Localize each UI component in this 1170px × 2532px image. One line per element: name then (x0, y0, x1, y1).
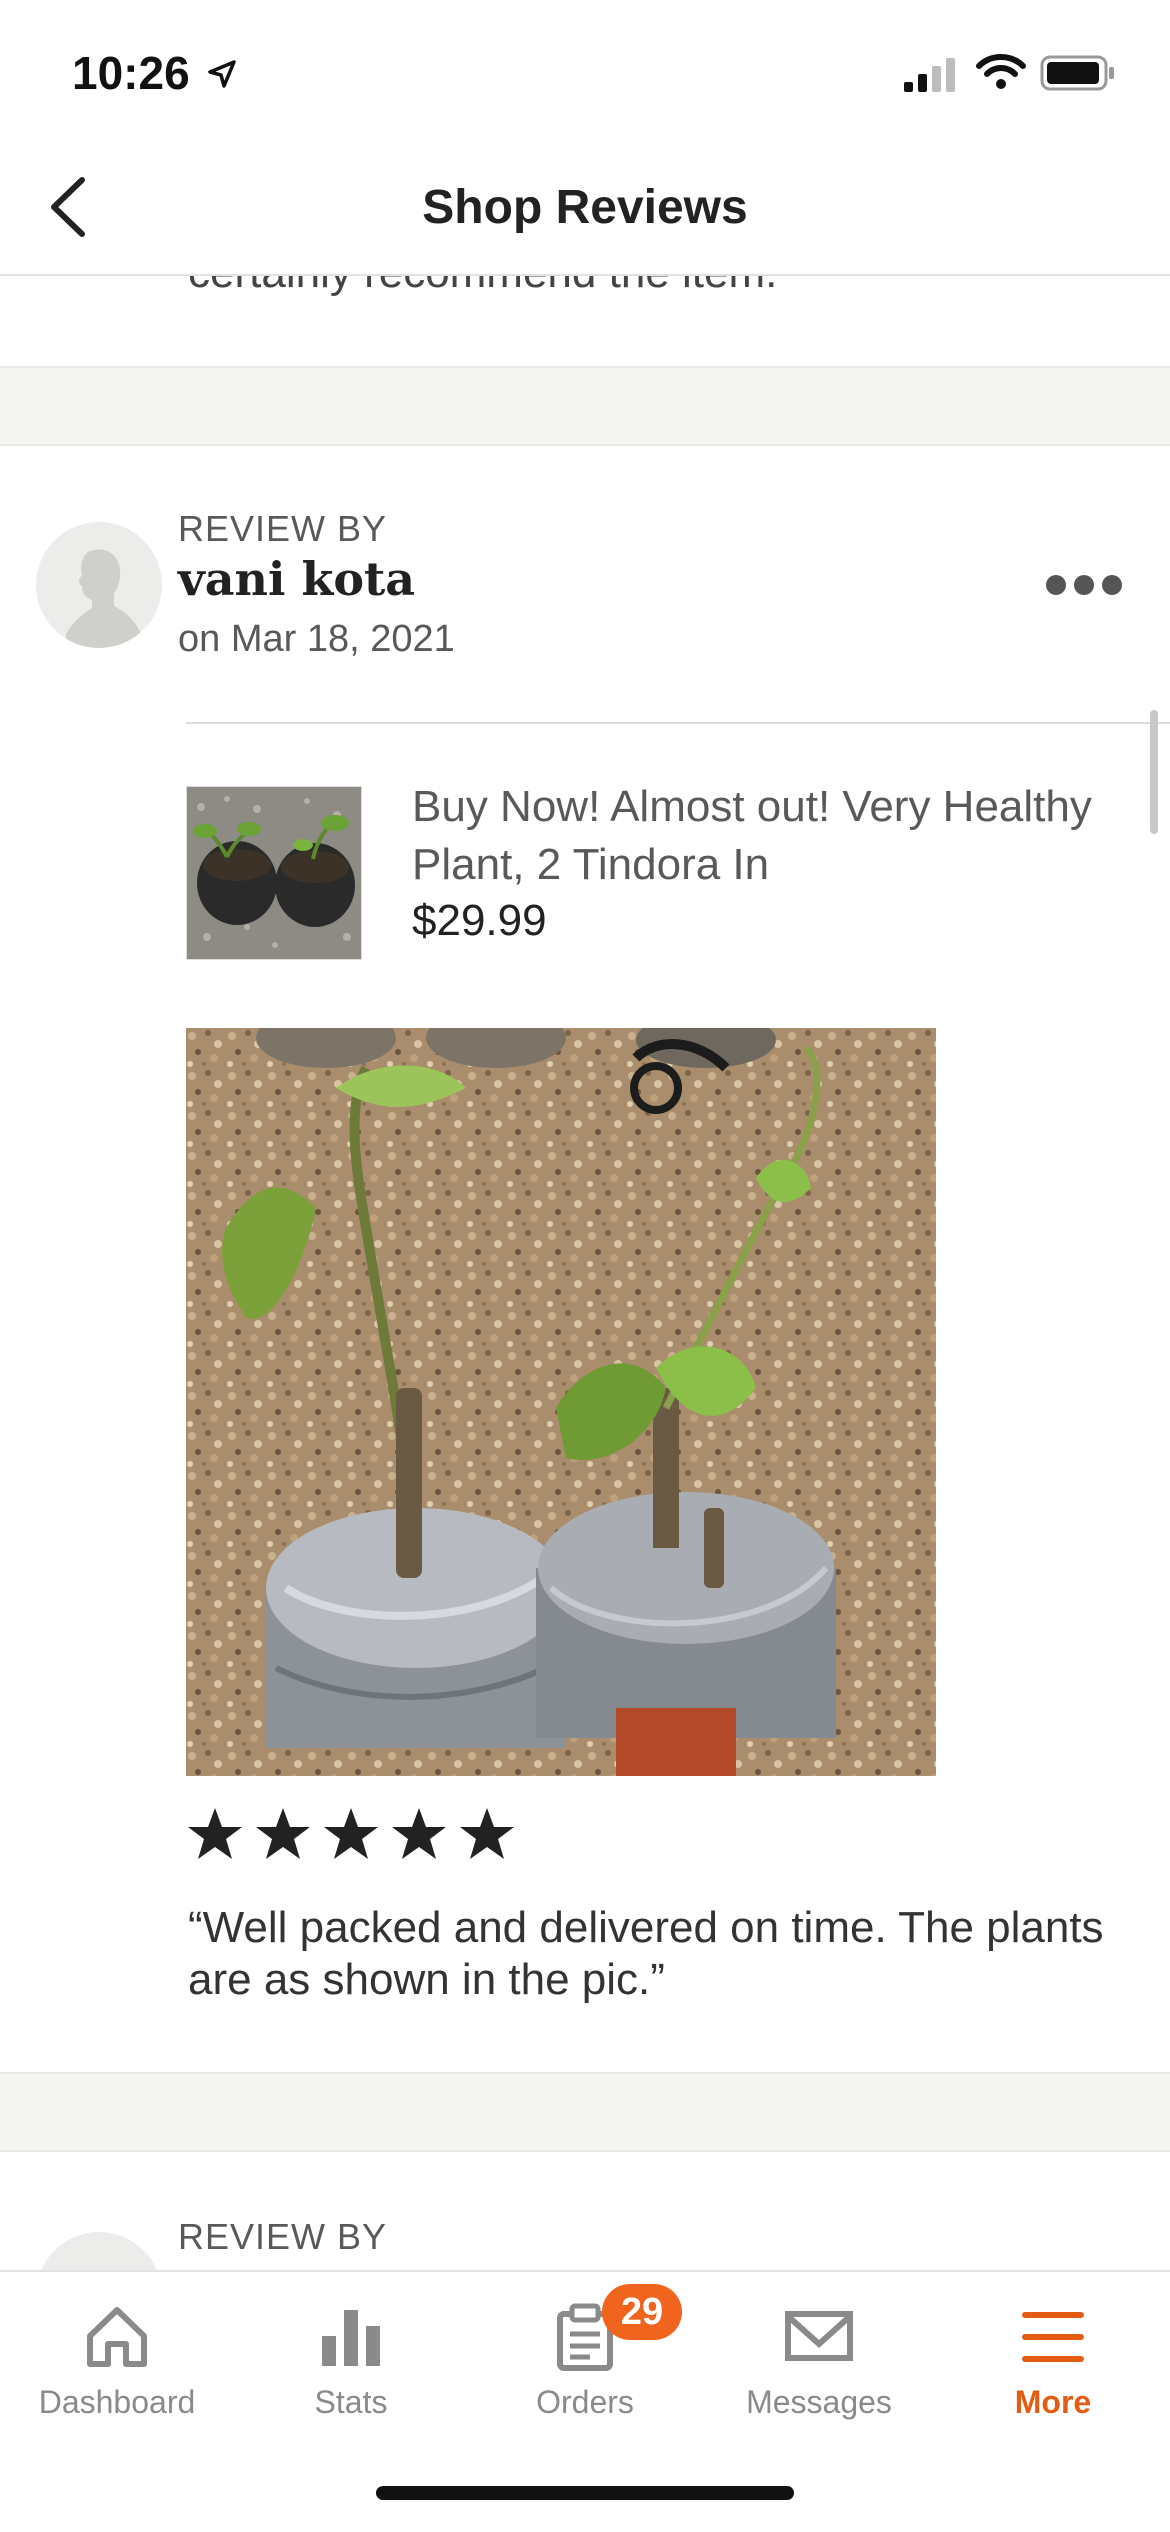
tab-orders[interactable]: 29 Orders (468, 2272, 702, 2452)
reviewer-avatar[interactable] (36, 522, 162, 648)
cellular-signal-icon (904, 58, 955, 92)
review-by-label: REVIEW BY (178, 508, 388, 549)
review-date: on Mar 18, 2021 (178, 618, 455, 660)
review-separator (0, 2072, 1170, 2152)
scrollbar[interactable] (1150, 710, 1158, 834)
location-arrow-icon (208, 60, 236, 88)
review-photo-image (186, 1028, 936, 1776)
tab-label: Dashboard (38, 2384, 196, 2420)
page-title: Shop Reviews (422, 181, 748, 234)
review-separator (0, 366, 1170, 446)
star-icon (392, 1808, 446, 1859)
tab-label: Stats (314, 2384, 388, 2420)
nav-header: Shop Reviews (0, 140, 1170, 276)
battery-icon (1040, 55, 1114, 91)
home-icon (87, 2307, 147, 2367)
star-icon (324, 1808, 378, 1859)
review-photo[interactable] (186, 1028, 936, 1776)
listing-price: $29.99 (412, 896, 547, 945)
star-icon (460, 1808, 514, 1859)
star-icon (256, 1808, 310, 1859)
home-indicator[interactable] (376, 2486, 794, 2500)
review-text: “Well packed and delivered on time. The … (188, 1903, 1104, 2004)
divider (186, 722, 1170, 724)
tab-label: Orders (536, 2384, 634, 2420)
tab-label: More (1014, 2384, 1092, 2420)
listing-title[interactable]: Buy Now! Almost out! Very Healthy Plant,… (412, 778, 1112, 894)
status-bar: 10:26 (0, 0, 1170, 140)
tab-more[interactable]: More (936, 2272, 1170, 2452)
status-time: 10:26 (72, 47, 190, 99)
bar-chart-icon (322, 2310, 380, 2366)
listing-photo (187, 787, 361, 959)
tab-label: Messages (746, 2384, 892, 2420)
ellipsis-icon (1046, 575, 1122, 595)
envelope-icon (785, 2311, 853, 2361)
orders-count-badge: 29 (602, 2284, 682, 2340)
review-list[interactable]: certainly recommend the item. REVIEW BY … (0, 0, 1170, 2532)
menu-icon (1022, 2312, 1084, 2362)
tab-dashboard[interactable]: Dashboard (0, 2272, 234, 2452)
tab-messages[interactable]: Messages (702, 2272, 936, 2452)
tab-stats[interactable]: Stats (234, 2272, 468, 2452)
listing-thumbnail[interactable] (186, 786, 362, 960)
star-icon (188, 1808, 242, 1859)
more-options-button[interactable] (1044, 560, 1124, 610)
review-by-label: REVIEW BY (178, 2216, 388, 2257)
default-avatar-icon (36, 522, 162, 648)
wifi-icon (976, 54, 1026, 89)
rating-stars (186, 1806, 516, 1872)
reviewer-name[interactable]: vani kota (178, 552, 415, 606)
